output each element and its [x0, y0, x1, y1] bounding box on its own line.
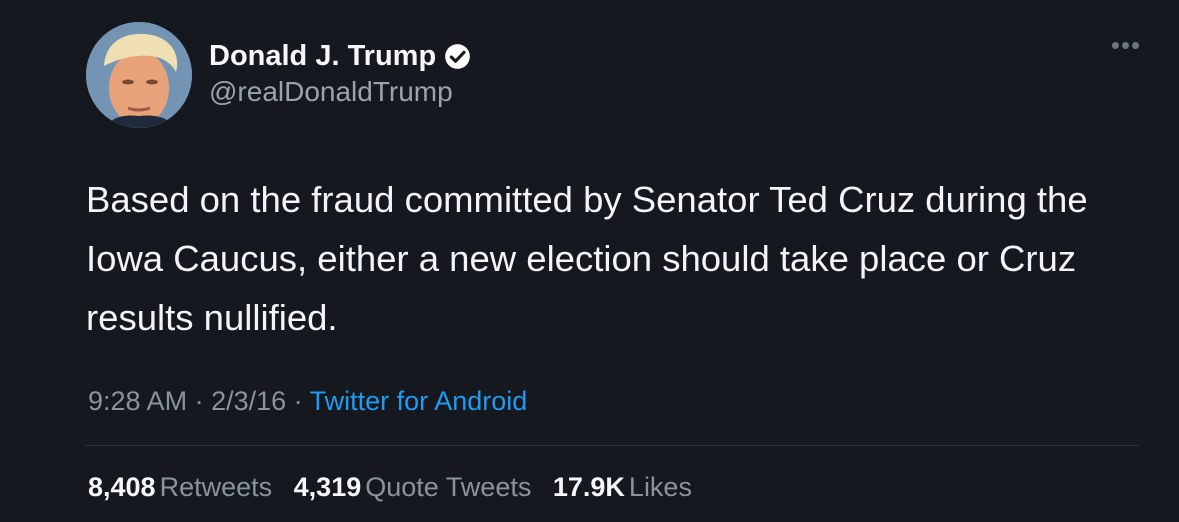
quote-tweets-stat[interactable]: 4,319 Quote Tweets: [294, 472, 546, 502]
avatar[interactable]: [86, 22, 192, 128]
likes-stat[interactable]: 17.9K Likes: [553, 472, 706, 502]
likes-label: Likes: [628, 472, 692, 502]
meta-separator: ·: [187, 386, 212, 416]
retweets-label: Retweets: [159, 472, 273, 502]
tweet-source-link[interactable]: Twitter for Android: [310, 386, 528, 416]
more-options-icon[interactable]: •••: [1110, 32, 1142, 62]
tweet-text: Based on the fraud committed by Senator …: [86, 179, 1088, 338]
author-handle[interactable]: @realDonaldTrump: [209, 76, 453, 108]
meta-separator: ·: [286, 386, 310, 416]
tweet-date[interactable]: 2/3/16: [211, 386, 286, 416]
likes-count: 17.9K: [552, 472, 625, 502]
author-name-row[interactable]: Donald J. Trump: [209, 40, 471, 73]
quote-tweets-label: Quote Tweets: [365, 472, 532, 502]
retweets-count: 8,408: [88, 472, 156, 502]
avatar-portrait-image: [86, 22, 192, 128]
retweets-stat[interactable]: 8,408 Retweets: [88, 472, 286, 502]
author-display-name[interactable]: Donald J. Trump: [209, 40, 436, 73]
verified-badge-icon: [445, 44, 471, 69]
tweet-time[interactable]: 9:28 AM: [88, 386, 187, 416]
divider: [86, 445, 1138, 446]
tweet-stats: 8,408 Retweets 4,319 Quote Tweets 17.9K Lik…: [88, 472, 706, 503]
tweet-metadata: 9:28 AM · 2/3/16 · Twitter for Android: [88, 386, 527, 417]
quote-tweets-count: 4,319: [293, 472, 362, 502]
